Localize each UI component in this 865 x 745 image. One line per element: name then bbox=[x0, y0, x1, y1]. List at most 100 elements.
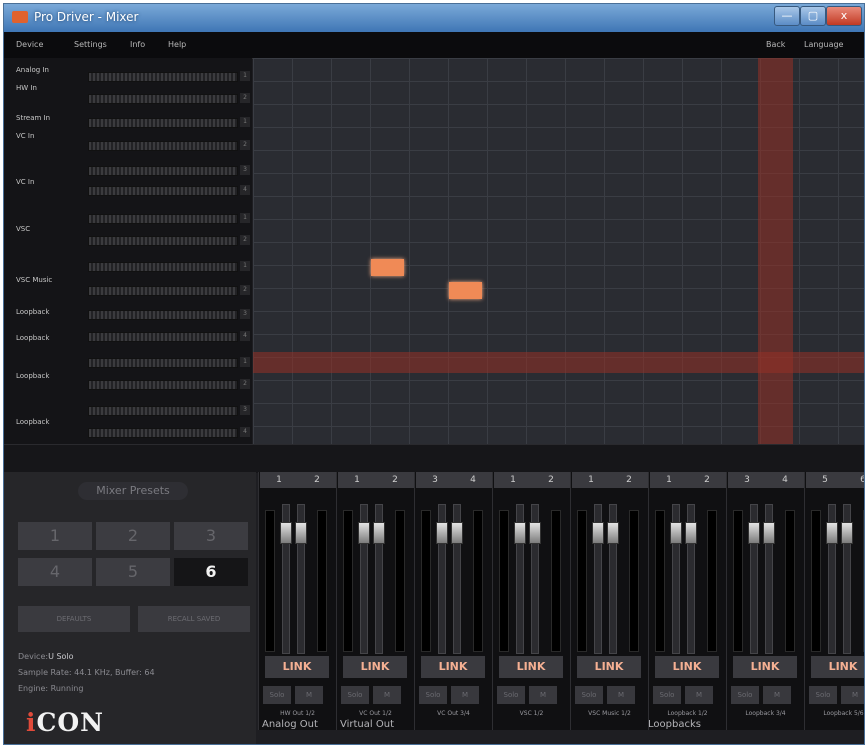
input-level-meter bbox=[88, 166, 238, 176]
link-button[interactable]: LINK bbox=[733, 656, 797, 678]
fader-knob[interactable] bbox=[748, 522, 760, 544]
mute-button[interactable]: M bbox=[373, 686, 401, 704]
solo-button[interactable]: Solo bbox=[575, 686, 603, 704]
output-strip: 3 4 LINK Solo M Loopback 3/4 bbox=[726, 472, 804, 730]
strip-channel-number: 5 bbox=[806, 472, 844, 488]
strip-channel-number: 4 bbox=[454, 472, 492, 488]
input-level-meter bbox=[88, 358, 238, 368]
solo-button[interactable]: Solo bbox=[263, 686, 291, 704]
solo-button[interactable]: Solo bbox=[497, 686, 525, 704]
fader-knob[interactable] bbox=[685, 522, 697, 544]
fader-knob[interactable] bbox=[763, 522, 775, 544]
menu-language[interactable]: Language bbox=[804, 40, 843, 49]
input-level-meter bbox=[88, 214, 238, 224]
input-level-meter bbox=[88, 94, 238, 104]
link-button[interactable]: LINK bbox=[421, 656, 485, 678]
strip-name: Loopback 5/6 bbox=[823, 710, 864, 717]
input-level-meter bbox=[88, 141, 238, 151]
link-button[interactable]: LINK bbox=[655, 656, 719, 678]
maximize-button[interactable]: ▢ bbox=[800, 6, 826, 26]
link-button[interactable]: LINK bbox=[499, 656, 563, 678]
mute-button[interactable]: M bbox=[841, 686, 864, 704]
title-bar[interactable]: Pro Driver - Mixer — ▢ x bbox=[4, 4, 864, 32]
menu-back[interactable]: Back bbox=[766, 40, 785, 49]
strip-name: HW Out 1/2 bbox=[280, 710, 315, 717]
mute-button[interactable]: M bbox=[763, 686, 791, 704]
fader-knob[interactable] bbox=[451, 522, 463, 544]
mute-button[interactable]: M bbox=[295, 686, 323, 704]
strip-channel-number: 1 bbox=[650, 472, 688, 488]
strip-channel-number: 3 bbox=[416, 472, 454, 488]
input-channel-number: 3 bbox=[240, 309, 250, 319]
mute-button[interactable]: M bbox=[451, 686, 479, 704]
solo-button[interactable]: Solo bbox=[809, 686, 837, 704]
minimize-button[interactable]: — bbox=[774, 6, 800, 26]
input-level-meter bbox=[88, 332, 238, 342]
device-label: Device: bbox=[18, 652, 49, 661]
menu-help[interactable]: Help bbox=[168, 40, 186, 49]
routing-matrix[interactable] bbox=[253, 58, 864, 444]
preset-button-1[interactable]: 1 bbox=[18, 522, 92, 550]
analog-out-label: Analog Out bbox=[262, 719, 318, 730]
menu-bar: Device Settings Info Help Back Language bbox=[4, 32, 864, 59]
solo-button[interactable]: Solo bbox=[419, 686, 447, 704]
link-button[interactable]: LINK bbox=[265, 656, 329, 678]
solo-button[interactable]: Solo bbox=[341, 686, 369, 704]
menu-settings[interactable]: Settings bbox=[74, 40, 107, 49]
fader-knob[interactable] bbox=[592, 522, 604, 544]
link-button[interactable]: LINK bbox=[811, 656, 864, 678]
strip-name: Loopback 1/2 bbox=[667, 710, 708, 717]
solo-button[interactable]: Solo bbox=[731, 686, 759, 704]
output-level-meter bbox=[629, 510, 639, 652]
menu-info[interactable]: Info bbox=[130, 40, 145, 49]
input-level-meter bbox=[88, 406, 238, 416]
link-button[interactable]: LINK bbox=[577, 656, 641, 678]
preset-button-2[interactable]: 2 bbox=[96, 522, 170, 550]
input-group-label: Loopback bbox=[16, 334, 50, 342]
close-button[interactable]: x bbox=[826, 6, 862, 26]
strip-channel-number: 1 bbox=[338, 472, 376, 488]
input-channel-panel: Analog In HW In Stream In VC In VC In VS… bbox=[4, 58, 252, 444]
preset-button-4[interactable]: 4 bbox=[18, 558, 92, 586]
output-strip: 1 2 LINK Solo M Loopback 1/2 bbox=[648, 472, 726, 730]
input-channel-number: 2 bbox=[240, 93, 250, 103]
fader-knob[interactable] bbox=[670, 522, 682, 544]
preset-button-3[interactable]: 3 bbox=[174, 522, 248, 550]
input-channel-number: 3 bbox=[240, 165, 250, 175]
fader-knob[interactable] bbox=[373, 522, 385, 544]
input-channel-number: 1 bbox=[240, 357, 250, 367]
preset-button-5[interactable]: 5 bbox=[96, 558, 170, 586]
mixer-presets-title: Mixer Presets bbox=[78, 482, 188, 500]
mute-button[interactable]: M bbox=[529, 686, 557, 704]
device-name: U Solo bbox=[48, 652, 74, 661]
solo-button[interactable]: Solo bbox=[653, 686, 681, 704]
fader-knob[interactable] bbox=[529, 522, 541, 544]
input-channel-number: 4 bbox=[240, 185, 250, 195]
routing-cell-active[interactable] bbox=[449, 282, 482, 299]
app-icon bbox=[12, 11, 28, 23]
input-group-label: Loopback bbox=[16, 418, 50, 426]
menu-device[interactable]: Device bbox=[16, 40, 43, 49]
mute-button[interactable]: M bbox=[685, 686, 713, 704]
defaults-button[interactable]: DEFAULTS bbox=[18, 606, 130, 632]
fader-knob[interactable] bbox=[295, 522, 307, 544]
fader-knob[interactable] bbox=[280, 522, 292, 544]
fader-knob[interactable] bbox=[826, 522, 838, 544]
fader-knob[interactable] bbox=[841, 522, 853, 544]
presets-panel: Mixer Presets 1 2 3 4 5 6 DEFAULTS RECAL… bbox=[4, 472, 256, 744]
column-highlight bbox=[758, 58, 793, 444]
fader-knob[interactable] bbox=[514, 522, 526, 544]
link-button[interactable]: LINK bbox=[343, 656, 407, 678]
fader-knob[interactable] bbox=[436, 522, 448, 544]
fader-knob[interactable] bbox=[358, 522, 370, 544]
strip-channel-number: 3 bbox=[728, 472, 766, 488]
recall-saved-button[interactable]: RECALL SAVED bbox=[138, 606, 250, 632]
routing-cell-active[interactable] bbox=[371, 259, 404, 276]
mute-button[interactable]: M bbox=[607, 686, 635, 704]
output-level-meter bbox=[785, 510, 795, 652]
output-level-meter bbox=[577, 510, 587, 652]
input-level-meter bbox=[88, 72, 238, 82]
sample-rate-info: Sample Rate: 44.1 KHz, Buffer: 64 bbox=[18, 668, 155, 677]
fader-knob[interactable] bbox=[607, 522, 619, 544]
preset-button-6[interactable]: 6 bbox=[174, 558, 248, 586]
